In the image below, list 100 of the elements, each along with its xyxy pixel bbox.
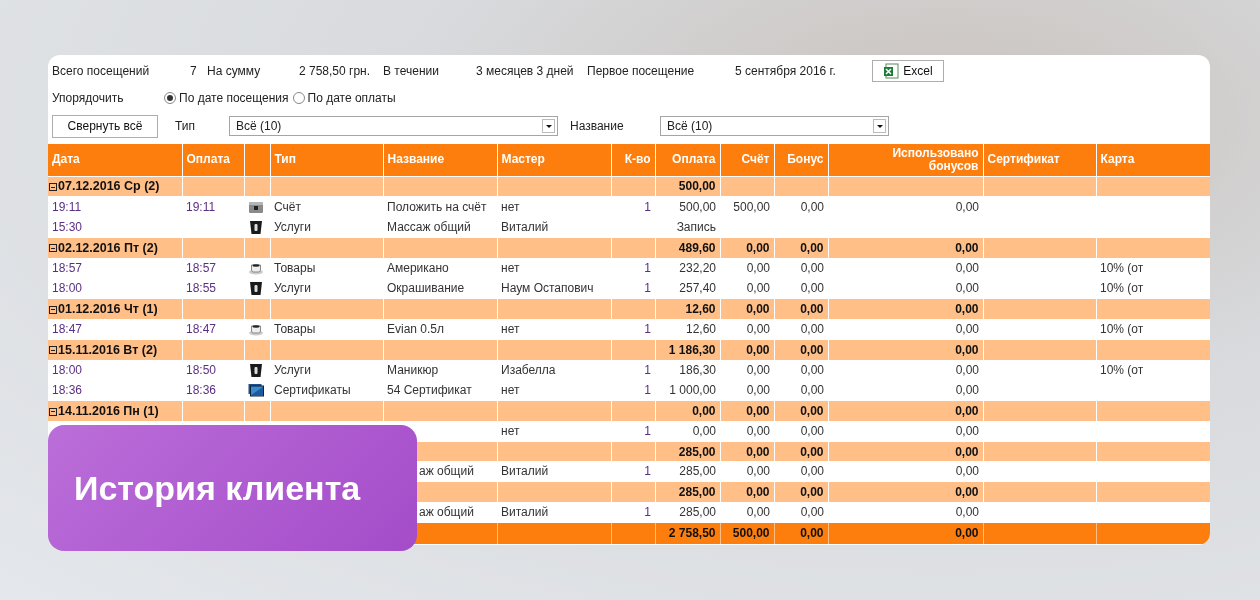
table-cell: 0,00 <box>800 199 824 214</box>
table-cell: Маникюр <box>387 362 439 377</box>
column-header[interactable]: Оплата <box>186 152 230 167</box>
table-cell: 0,00 <box>955 362 979 377</box>
table-cell: 0,00 <box>955 301 979 316</box>
table-cell: Сертификаты <box>274 382 351 397</box>
collapse-all-button[interactable]: Свернуть всё <box>52 114 158 138</box>
summary-label: На сумму <box>207 64 262 78</box>
table-cell: Услуги <box>274 280 311 295</box>
table-cell: 54 Сертификат <box>387 382 472 397</box>
table-cell: 2 758,50 <box>668 526 716 541</box>
bucket-icon <box>248 218 264 235</box>
table-cell: 18:55 <box>186 280 217 295</box>
table-cell: 18:36 <box>186 382 217 397</box>
table-cell: 0,00 <box>800 362 824 377</box>
collapse-toggle-icon[interactable] <box>49 346 57 355</box>
sort-label: Упорядочить <box>52 91 125 105</box>
summary-label: Первое посещение <box>587 64 696 78</box>
table-cell: 0,00 <box>746 505 770 520</box>
table-cell: Изабелла <box>501 362 556 377</box>
caret-icon <box>542 119 555 133</box>
group-title: 07.12.2016 Ср (2) <box>58 179 160 194</box>
table-cell: 10% (от <box>1100 321 1144 336</box>
table-cell: 1 <box>644 382 651 397</box>
table-cell: 0,00 <box>746 464 770 479</box>
table-cell: 0,00 <box>955 260 979 275</box>
column-header[interactable]: Использовано бонусов <box>886 146 979 173</box>
table-cell: 0,00 <box>746 444 770 459</box>
table-cell: 19:11 <box>186 199 216 214</box>
table-cell: 18:50 <box>186 362 217 377</box>
table-cell: 0,00 <box>746 280 770 295</box>
column-header[interactable]: К-во <box>624 152 651 167</box>
table-cell: 0,00 <box>800 342 824 357</box>
table-cell: 285,00 <box>678 444 716 459</box>
radio-option[interactable]: По дате оплаты <box>292 91 396 105</box>
table-cell: нет <box>501 260 520 275</box>
table-cell: 0,00 <box>800 526 824 541</box>
table-cell: 0,00 <box>800 444 824 459</box>
column-header[interactable]: Оплата <box>672 152 716 167</box>
caret-icon <box>873 119 886 133</box>
column-header[interactable]: Название <box>387 152 445 167</box>
column-header[interactable]: Бонус <box>787 152 824 167</box>
collapse-toggle-icon[interactable] <box>49 183 57 192</box>
table-cell: Evian 0.5л <box>387 321 445 336</box>
table-cell: 18:00 <box>52 280 83 295</box>
card-icon <box>248 381 264 398</box>
collapse-toggle-icon[interactable] <box>49 244 57 253</box>
table-cell: 1 <box>644 423 651 438</box>
table-cell: 0,00 <box>955 505 979 520</box>
bucket-icon <box>248 361 264 378</box>
table-cell: 1 <box>644 280 651 295</box>
collapse-toggle-icon[interactable] <box>49 305 57 314</box>
column-header[interactable]: Счёт <box>741 152 770 167</box>
table-cell: 0,00 <box>746 403 770 418</box>
table-cell: 0,00 <box>800 321 824 336</box>
spreadsheet-icon <box>883 63 900 79</box>
dropdown[interactable]: Всё (10) <box>229 116 558 136</box>
table-cell: 186,30 <box>679 362 716 377</box>
group-title: 02.12.2016 Пт (2) <box>58 240 158 255</box>
table-cell: 0,00 <box>955 526 979 541</box>
table-cell: 0,00 <box>955 321 979 336</box>
table-cell: 0,00 <box>955 382 979 397</box>
table-cell: 0,00 <box>746 260 770 275</box>
column-header[interactable]: Тип <box>274 152 296 167</box>
column-header[interactable]: Мастер <box>501 152 545 167</box>
table-cell: 1 000,00 <box>669 382 716 397</box>
table-cell: Виталий <box>501 464 549 479</box>
table-cell: Виталий <box>501 505 549 520</box>
table-cell: 18:00 <box>52 362 83 377</box>
group-title: 14.11.2016 Пн (1) <box>58 403 159 418</box>
table-cell: 0,00 <box>955 280 979 295</box>
column-header[interactable]: Сертификат <box>987 152 1060 167</box>
table-cell: 500,00 <box>733 199 770 214</box>
excel-button[interactable]: Excel <box>872 60 944 82</box>
table-cell: 12,60 <box>685 301 716 316</box>
table-cell: 10% (от <box>1100 260 1144 275</box>
table-cell: Счёт <box>274 199 301 214</box>
summary-label: Всего посещений <box>52 64 151 78</box>
table-cell: 0,00 <box>800 301 824 316</box>
table-cell: 232,20 <box>679 260 716 275</box>
dropdown[interactable]: Всё (10) <box>660 116 889 136</box>
table-cell: 10% (от <box>1100 280 1144 295</box>
radio-option[interactable]: По дате посещения <box>164 91 289 105</box>
column-header[interactable]: Карта <box>1100 152 1135 167</box>
summary-label: В течении <box>383 64 440 78</box>
column-header[interactable]: Дата <box>52 152 80 167</box>
table-cell: 0,00 <box>746 485 770 500</box>
table-cell: нет <box>501 423 520 438</box>
collapse-toggle-icon[interactable] <box>49 407 57 416</box>
table-cell: Наум Остапович <box>501 280 594 295</box>
table-cell: 15:30 <box>52 219 83 234</box>
group-title: 15.11.2016 Вт (2) <box>58 342 158 357</box>
table-cell: 0,00 <box>746 240 770 255</box>
table-cell: 285,00 <box>679 464 716 479</box>
table-cell: 0,00 <box>800 505 824 520</box>
table-cell: 0,00 <box>800 423 824 438</box>
table-cell: 500,00 <box>678 179 716 194</box>
table-cell: 0,00 <box>800 240 824 255</box>
summary-value: 2 758,50 грн. <box>299 64 372 78</box>
table-cell: 18:36 <box>52 382 83 397</box>
